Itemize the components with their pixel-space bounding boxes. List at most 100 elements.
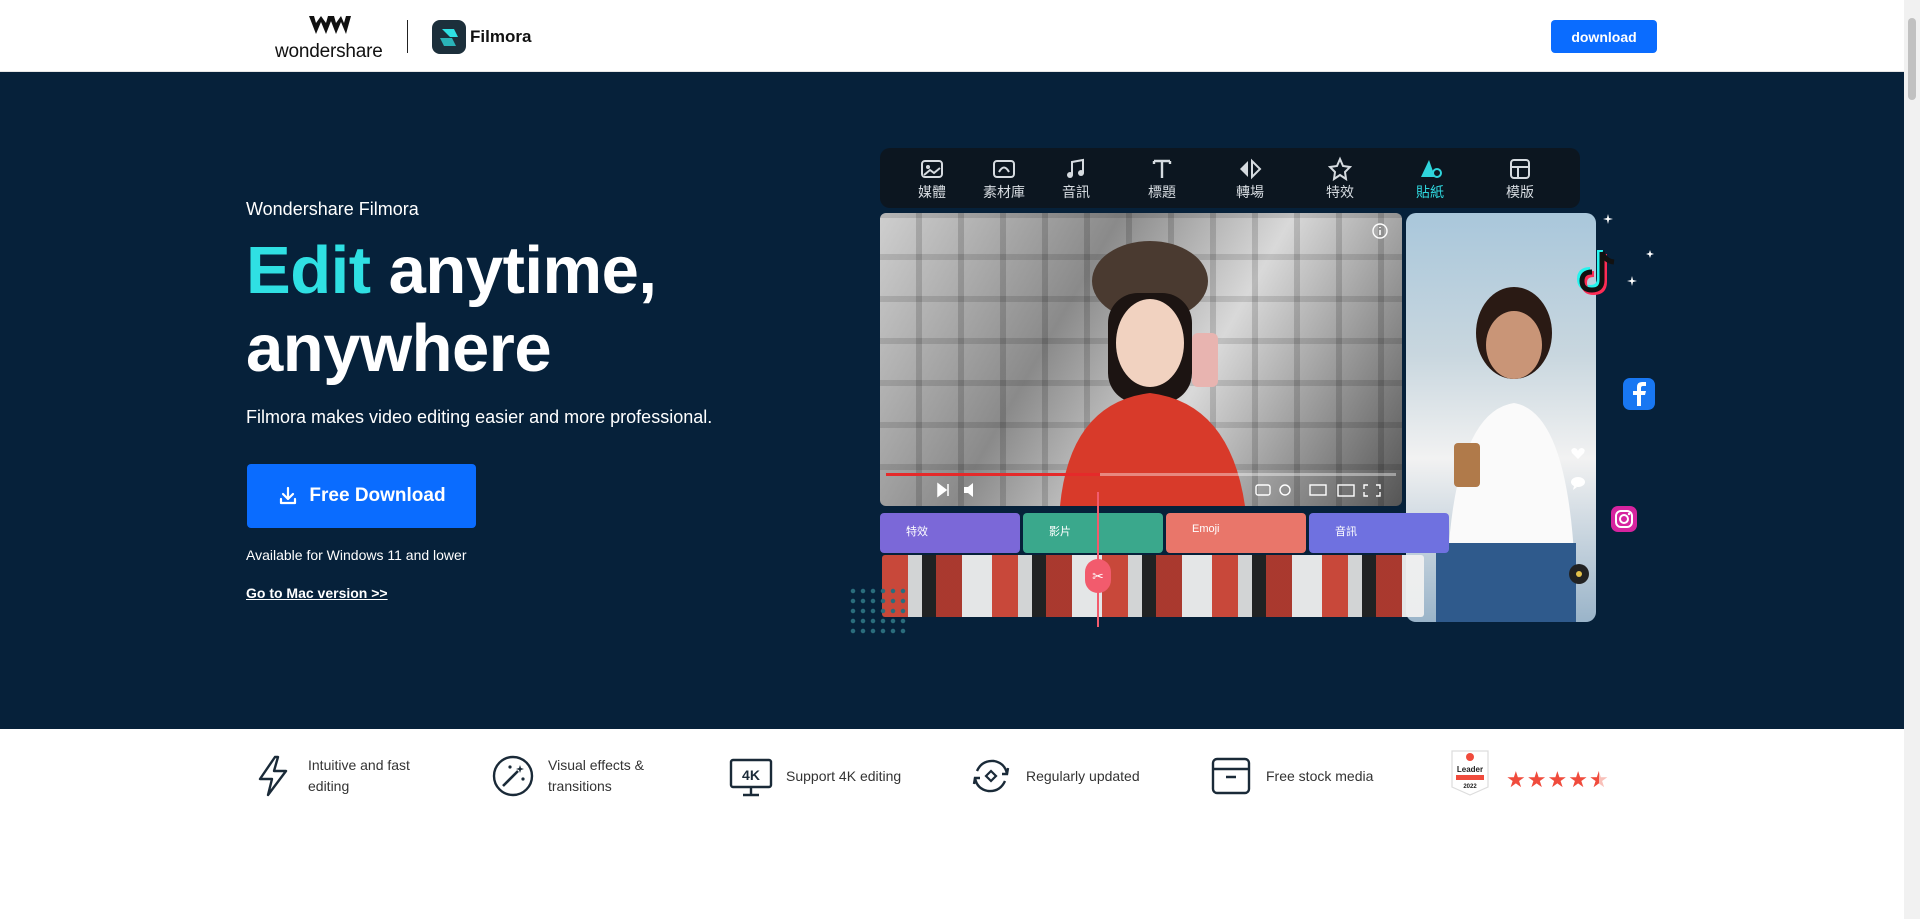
video-filmstrip[interactable] <box>882 555 1424 617</box>
phone-like-icon[interactable] <box>1570 445 1586 461</box>
lightning-icon <box>258 755 288 797</box>
header-divider <box>407 20 408 53</box>
tool-label: 標題 <box>1148 184 1176 200</box>
headline-line2: anywhere <box>246 311 552 386</box>
media-icon <box>921 160 943 178</box>
tool-sticker[interactable]: 貼紙 <box>1398 156 1462 202</box>
tool-label: 音訊 <box>1062 184 1090 200</box>
update-cycle-icon <box>972 759 1010 793</box>
track-video[interactable]: 影片 <box>1023 513 1163 553</box>
phone-person-image <box>1436 287 1576 622</box>
filmora-product-name[interactable]: Filmora <box>470 27 531 47</box>
tool-label: 媒體 <box>918 184 946 200</box>
rating-stars: ★★★★★★ <box>1506 767 1610 793</box>
track-label: 特效 <box>906 526 928 538</box>
features-strip: Intuitive and fast editing Visual effect… <box>0 729 1904 919</box>
transition-icon <box>1240 158 1262 180</box>
tool-template[interactable]: 模版 <box>1488 156 1552 202</box>
feature-stock: Free stock media <box>1208 753 1373 799</box>
phone-comment-icon[interactable] <box>1570 475 1586 491</box>
site-header: wondershare Filmora download <box>0 0 1904 72</box>
feature-updated: Regularly updated <box>968 753 1140 799</box>
stock-box-icon <box>1211 757 1251 795</box>
phone-mockup <box>1406 213 1596 622</box>
hero-subhead: Filmora makes video editing easier and m… <box>246 407 713 427</box>
template-icon <box>1510 159 1530 179</box>
track-emoji[interactable]: Emoji <box>1166 513 1306 553</box>
download-icon <box>280 486 297 505</box>
badge-year: 2022 <box>1463 784 1477 790</box>
facebook-icon <box>1623 378 1655 410</box>
audio-icon <box>1067 158 1084 178</box>
feature-label: Free stock media <box>1266 767 1374 784</box>
tool-effects[interactable]: 特效 <box>1308 156 1372 202</box>
sparkle-icon <box>1603 214 1654 286</box>
sticker-icon <box>1421 160 1442 178</box>
wondershare-logo[interactable]: wondershare <box>275 14 385 62</box>
tool-title[interactable]: 標題 <box>1130 156 1194 202</box>
track-label: 影片 <box>1049 526 1071 538</box>
star-icon: ★ <box>1506 767 1527 792</box>
g2-leader-badge-icon: Leader 2022 <box>1451 750 1489 796</box>
filmora-logo-icon[interactable] <box>432 20 466 54</box>
progress-fill <box>886 473 1101 476</box>
player-controls[interactable] <box>880 478 1402 502</box>
feature-label: Intuitive and fast editing <box>308 757 410 794</box>
wondershare-mark-icon <box>309 16 351 34</box>
badge-label: Leader <box>1457 765 1483 774</box>
tool-media[interactable]: 媒體 <box>900 156 964 202</box>
tool-label: 轉場 <box>1236 184 1264 200</box>
feature-intuitive: Intuitive and fast editing <box>250 753 428 799</box>
feature-label: Regularly updated <box>1026 767 1140 784</box>
feature-label: Support 4K editing <box>786 767 902 784</box>
magic-effects-icon <box>492 755 534 797</box>
headline-line1: anytime, <box>370 233 657 308</box>
star-icon: ★ <box>1568 767 1589 792</box>
stock-library-icon <box>993 160 1015 178</box>
page-scrollbar[interactable] <box>1904 0 1920 919</box>
wondershare-wordmark: wondershare <box>275 41 383 62</box>
half-star-icon: ★★ <box>1588 767 1610 792</box>
info-icon[interactable] <box>1372 223 1388 239</box>
tool-stock-library[interactable]: 素材庫 <box>972 156 1036 202</box>
tool-transition[interactable]: 轉場 <box>1218 156 1282 202</box>
feature-effects: Visual effects & transitions <box>490 753 668 799</box>
track-label: Emoji <box>1192 523 1220 535</box>
tool-label: 特效 <box>1326 184 1354 200</box>
tool-audio[interactable]: 音訊 <box>1044 156 1108 202</box>
decorative-dots <box>848 586 908 638</box>
hero-section: Wondershare Filmora Edit anytime, anywhe… <box>0 72 1904 729</box>
hero-eyebrow: Wondershare Filmora <box>246 199 419 219</box>
preview-subject-image <box>1060 241 1245 506</box>
free-download-label: Free Download <box>309 485 446 506</box>
title-icon <box>1152 159 1172 178</box>
star-icon: ★ <box>1547 767 1569 792</box>
timeline-tracks: 特效 影片 Emoji 音訊 <box>880 513 1449 553</box>
free-download-button[interactable]: Free Download <box>247 464 476 528</box>
track-label: 音訊 <box>1335 526 1357 538</box>
phone-music-disc-icon[interactable] <box>1568 563 1590 585</box>
feature-4k: 4K Support 4K editing <box>728 753 901 799</box>
tool-label: 模版 <box>1506 184 1534 200</box>
page: wondershare Filmora download Wondershare… <box>0 0 1904 919</box>
header-download-button[interactable]: download <box>1551 20 1657 53</box>
hero-headline: Edit anytime, anywhere <box>246 232 657 388</box>
4k-monitor-icon: 4K <box>729 758 773 797</box>
scrollbar-thumb[interactable] <box>1908 18 1916 100</box>
track-audio[interactable]: 音訊 <box>1309 513 1449 553</box>
tool-label: 素材庫 <box>983 184 1025 200</box>
effects-icon <box>1327 156 1353 182</box>
instagram-icon <box>1611 506 1637 532</box>
editor-toolbar: 媒體 素材庫 音訊 標題 轉場 特效 貼紙 模版 <box>880 148 1580 208</box>
progress-bar[interactable] <box>886 473 1396 476</box>
star-icon: ★ <box>1526 767 1548 792</box>
track-effects[interactable]: 特效 <box>880 513 1020 553</box>
scissors-icon[interactable]: ✂ <box>1085 559 1111 593</box>
mac-version-link[interactable]: Go to Mac version >> <box>246 585 388 601</box>
headline-accent: Edit <box>246 233 371 308</box>
tool-label: 貼紙 <box>1416 184 1444 200</box>
svg-text:4K: 4K <box>742 767 760 783</box>
feature-label: Visual effects & transitions <box>548 757 644 794</box>
availability-note: Available for Windows 11 and lower <box>246 547 467 563</box>
video-preview[interactable] <box>880 213 1402 506</box>
